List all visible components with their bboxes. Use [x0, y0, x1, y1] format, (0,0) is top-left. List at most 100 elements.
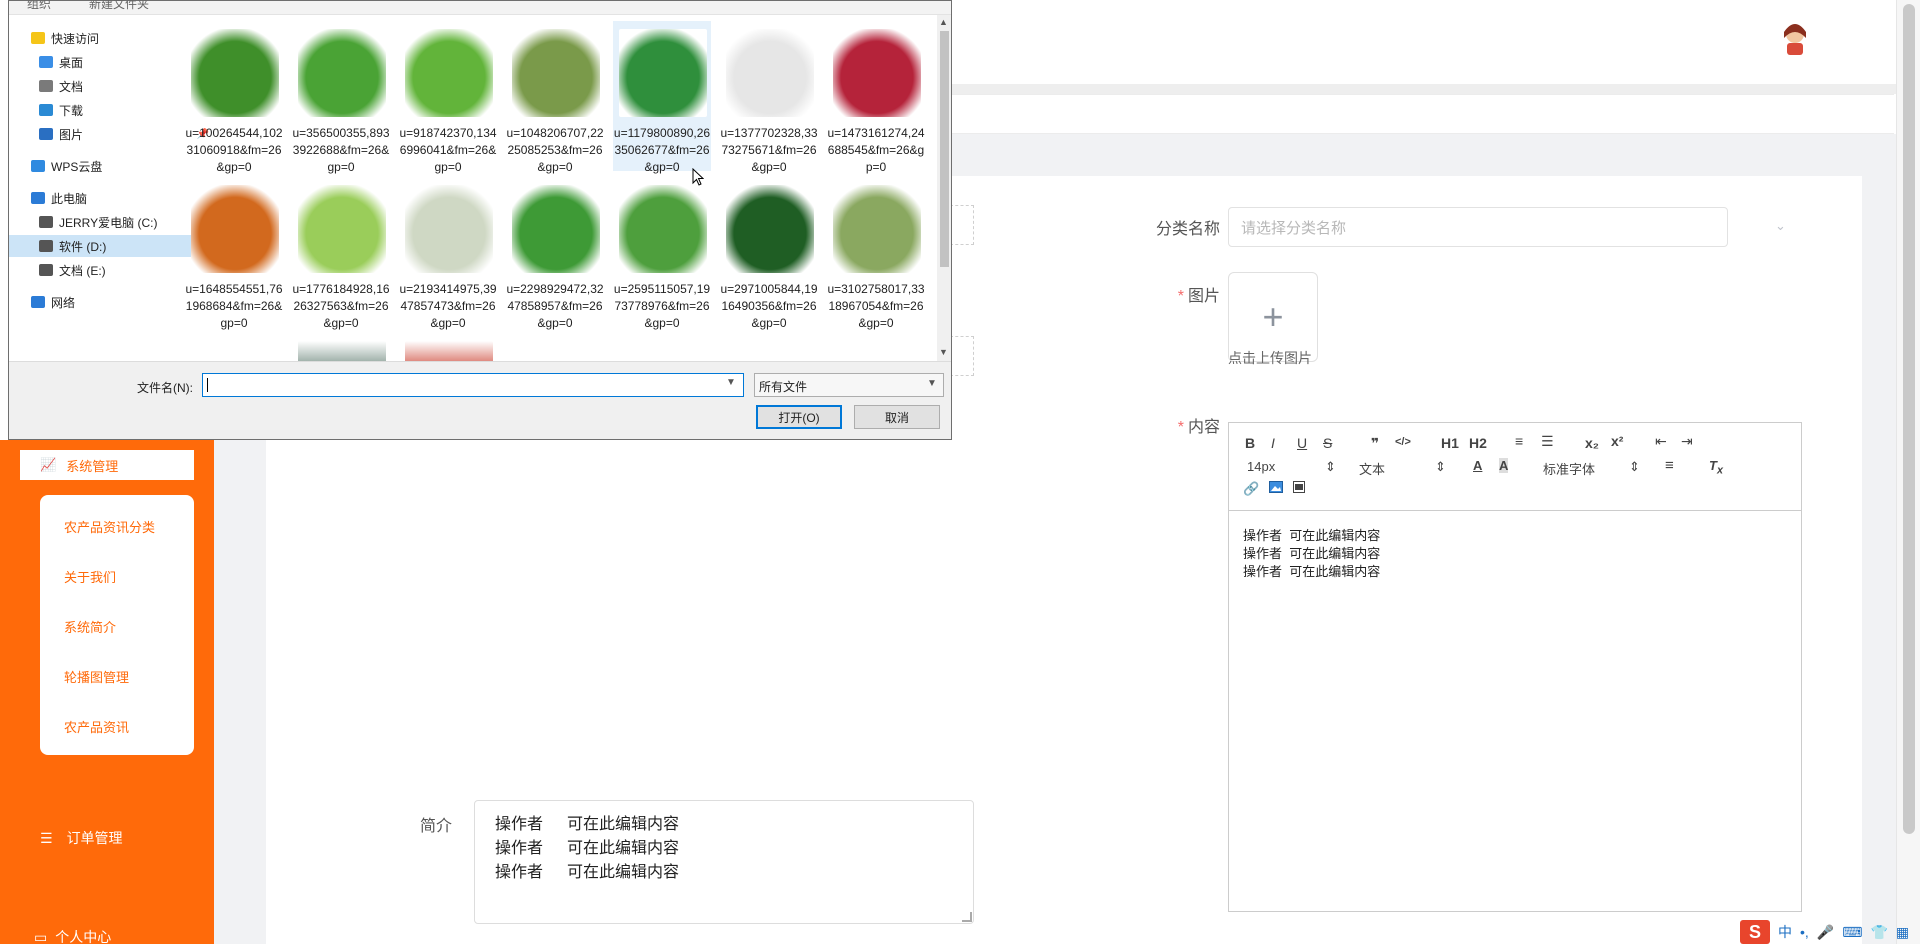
nav-item[interactable]: 快速访问 [9, 27, 207, 49]
link-icon[interactable]: 🔗 [1243, 481, 1259, 497]
ime-mode[interactable]: 中 [1778, 922, 1792, 942]
cancel-button[interactable]: 取消 [854, 405, 940, 429]
nav-item[interactable]: 此电脑 [9, 187, 207, 209]
file-thumbnail [512, 185, 600, 273]
background-color-icon[interactable]: A [1499, 458, 1509, 473]
submenu-item-category[interactable]: 农产品资讯分类 [64, 517, 155, 536]
category-select[interactable]: 请选择分类名称 [1228, 207, 1728, 247]
nav-item[interactable]: WPS云盘 [9, 155, 207, 177]
rich-text-editor[interactable]: B I U S ❞ </> H1 H2 ≡ ☰ x₂ x² ⇤ ⇥ 14px ⇕… [1228, 422, 1802, 912]
content-label: * 内容 [1177, 419, 1220, 436]
submenu-item-about[interactable]: 关于我们 [64, 567, 116, 586]
nav-item[interactable]: 网络 [9, 291, 207, 313]
open-button[interactable]: 打开(O) [756, 405, 842, 429]
sogou-icon[interactable]: S [1740, 920, 1770, 944]
font-color-icon[interactable]: A [1473, 458, 1482, 473]
h1-button[interactable]: H1 [1441, 435, 1459, 451]
file-tile[interactable]: u=1179800890,2635062677&fm=26&gp=0 [613, 21, 711, 174]
chevron-down-icon[interactable]: ▼ [726, 377, 736, 388]
organize-menu[interactable]: 组织 [27, 0, 51, 12]
scroll-down-icon[interactable]: ▼ [939, 347, 948, 357]
h2-button[interactable]: H2 [1469, 435, 1487, 451]
file-tile[interactable]: u=1648554551,761968684&fm=26&gp=0 [185, 177, 283, 330]
picture-icon [39, 128, 53, 140]
video-insert-icon[interactable] [1293, 481, 1305, 496]
menu-lines-icon: ☰ [40, 829, 53, 846]
file-tile[interactable]: u=2971005844,1916490356&fm=26&gp=0 [720, 177, 818, 330]
quote-button[interactable]: ❞ [1371, 435, 1379, 452]
font-size-select[interactable]: 14px [1247, 459, 1275, 474]
align-icon[interactable]: ≡ [1665, 457, 1674, 474]
file-tile[interactable]: u=2298929472,3247858957&fm=26&gp=0 [506, 177, 604, 330]
file-tile[interactable]: u=918742370,1346996041&fm=26&gp=0 [399, 21, 497, 174]
strike-button[interactable]: S [1323, 435, 1332, 451]
file-tile[interactable]: u=100264544,10231060918&fm=26&gp=0 [185, 21, 283, 174]
file-name: u=1048206707,2225085253&fm=26&gp=0 [506, 126, 604, 174]
sidebar-item-system[interactable]: 📈 系统管理 [20, 450, 194, 480]
chevron-updown-icon[interactable]: ⇕ [1435, 459, 1446, 475]
file-tile[interactable]: u=2193414975,3947857473&fm=26&gp=0 [399, 177, 497, 330]
dialog-scrollbar-thumb[interactable] [940, 31, 949, 267]
scroll-up-icon[interactable]: ▲ [939, 17, 948, 27]
code-button[interactable]: </> [1395, 436, 1411, 448]
file-tile[interactable]: u=2595115057,1973778976&fm=26&gp=0 [613, 177, 711, 330]
chevron-updown-icon[interactable]: ⇕ [1629, 459, 1640, 475]
italic-button[interactable]: I [1271, 435, 1275, 451]
underline-button[interactable]: U [1297, 435, 1307, 451]
editor-line: 操作者 可在此编辑内容 [1243, 564, 1381, 579]
chevron-updown-icon[interactable]: ⇕ [1325, 459, 1336, 475]
file-tile[interactable]: u=3102758017,3318967054&fm=26&gp=0 [827, 177, 925, 330]
sidebar-item-profile[interactable]: ▭ 个人中心 [34, 927, 111, 947]
font-family-select[interactable]: 标准字体 [1543, 459, 1595, 478]
indent-button[interactable]: ⇥ [1681, 433, 1693, 450]
editor-line: 操作者 可在此编辑内容 [1243, 546, 1381, 561]
resize-handle-icon[interactable] [962, 912, 972, 922]
image-insert-icon[interactable] [1269, 481, 1283, 496]
superscript-button[interactable]: x² [1611, 433, 1623, 449]
sidebar-item-label: 个人中心 [55, 929, 112, 945]
skin-icon[interactable]: 👕 [1870, 924, 1887, 941]
bullet-list-button[interactable]: ☰ [1541, 433, 1554, 450]
clear-format-icon[interactable]: Tx [1709, 458, 1723, 477]
file-type-select[interactable]: 所有文件 [754, 373, 944, 397]
new-folder-button[interactable]: 新建文件夹 [89, 0, 149, 12]
file-tile[interactable]: u=356500355,8933922688&fm=26&gp=0 [292, 21, 390, 174]
grid-icon[interactable]: ▦ [1896, 924, 1909, 941]
file-tile[interactable] [292, 333, 390, 361]
file-name: u=1648554551,761968684&fm=26&gp=0 [185, 282, 283, 330]
file-tile[interactable]: u=1048206707,2225085253&fm=26&gp=0 [506, 21, 604, 174]
chevron-down-icon[interactable]: ▼ [927, 378, 937, 389]
file-tile[interactable]: u=1377702328,3373275671&fm=26&gp=0 [720, 21, 818, 174]
intro-line: 操作者 可在此编辑内容 [495, 840, 680, 857]
punctuation-icon[interactable]: •, [1800, 924, 1809, 940]
text-type-select[interactable]: 文本 [1359, 459, 1385, 478]
nav-item-label: 网络 [51, 295, 76, 310]
user-avatar[interactable] [1775, 18, 1815, 58]
drive-icon [39, 216, 53, 228]
submenu-item-intro[interactable]: 系统简介 [64, 617, 116, 636]
sidebar-item-orders[interactable]: ☰ 订单管理 [40, 828, 123, 848]
chevron-down-icon[interactable]: ⌄ [1775, 218, 1786, 234]
file-name: u=100264544,10231060918&fm=26&gp=0 [185, 126, 283, 174]
file-tile[interactable]: u=1473161274,24688545&fm=26&gp=0 [827, 21, 925, 174]
ordered-list-button[interactable]: ≡ [1515, 433, 1523, 449]
outdent-button[interactable]: ⇤ [1655, 433, 1667, 450]
editor-content[interactable]: 操作者 可在此编辑内容 操作者 可在此编辑内容 操作者 可在此编辑内容 [1243, 527, 1380, 581]
bold-button[interactable]: B [1245, 435, 1255, 451]
microphone-icon[interactable]: 🎤 [1817, 924, 1834, 941]
subscript-button[interactable]: x₂ [1585, 435, 1599, 451]
file-tile[interactable] [399, 333, 497, 361]
drive-icon [39, 264, 53, 276]
keyboard-icon[interactable]: ⌨ [1842, 924, 1862, 941]
file-name: u=3102758017,3318967054&fm=26&gp=0 [827, 282, 925, 330]
nav-item-label: 快速访问 [51, 31, 100, 46]
page-scrollbar-thumb[interactable] [1903, 4, 1915, 834]
filename-input[interactable] [202, 373, 744, 397]
intro-textarea[interactable]: 操作者 可在此编辑内容 操作者 可在此编辑内容 操作者 可在此编辑内容 [474, 800, 974, 924]
submenu-item-news[interactable]: 农产品资讯 [64, 717, 129, 736]
file-name: u=1473161274,24688545&fm=26&gp=0 [827, 126, 925, 174]
file-name: u=1377702328,3373275671&fm=26&gp=0 [720, 126, 818, 174]
sidebar-item-label: 订单管理 [66, 830, 123, 846]
submenu-item-carousel[interactable]: 轮播图管理 [64, 667, 129, 686]
file-tile[interactable]: u=1776184928,1626327563&fm=26&gp=0 [292, 177, 390, 330]
